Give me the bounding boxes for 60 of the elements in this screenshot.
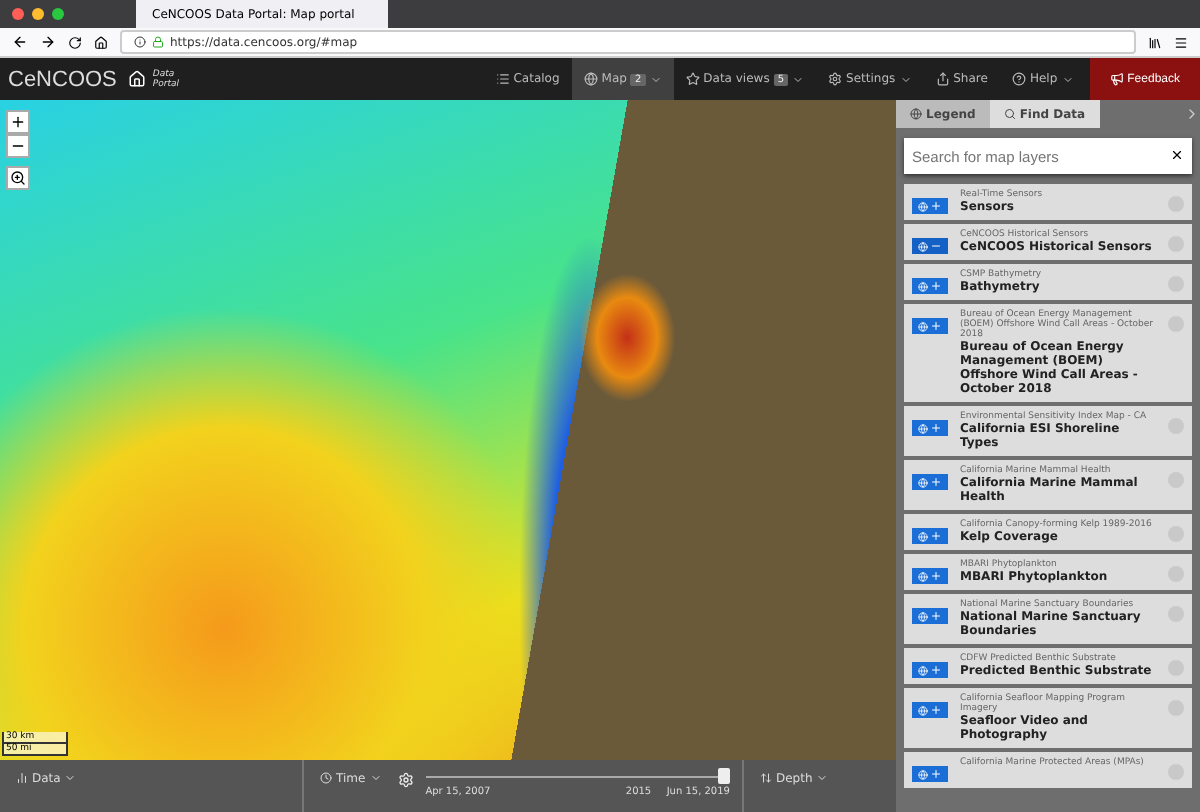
help-icon xyxy=(1011,72,1026,86)
plus-icon xyxy=(930,768,942,780)
zoom-icon xyxy=(10,170,26,186)
add-layer-button[interactable] xyxy=(912,608,948,624)
arrows-icon xyxy=(760,772,772,784)
plus-icon xyxy=(930,530,942,542)
zoom-out-button[interactable] xyxy=(6,134,30,158)
minus-icon xyxy=(930,240,942,252)
back-icon[interactable] xyxy=(12,34,28,50)
timeline-thumb[interactable] xyxy=(718,768,730,784)
list-icon xyxy=(495,72,510,86)
menu-icon[interactable] xyxy=(1174,35,1188,49)
share-icon xyxy=(935,72,950,86)
plus-icon xyxy=(930,704,942,716)
plus-icon xyxy=(930,280,942,292)
caret-icon xyxy=(369,772,382,784)
reload-icon[interactable] xyxy=(68,35,82,49)
add-layer-button[interactable] xyxy=(912,528,948,544)
clock-icon xyxy=(320,772,332,784)
collapse-icon[interactable] xyxy=(1184,106,1200,122)
plus-icon xyxy=(10,114,26,130)
minimize-dot[interactable] xyxy=(32,8,44,20)
close-dot[interactable] xyxy=(12,8,24,20)
add-layer-button[interactable] xyxy=(912,662,948,678)
caret-icon xyxy=(816,772,829,784)
zoom-box-button[interactable] xyxy=(6,166,30,190)
close-icon[interactable] xyxy=(1170,148,1184,162)
maximize-dot[interactable] xyxy=(52,8,64,20)
caret-icon xyxy=(64,772,77,784)
info-icon xyxy=(134,36,146,48)
plus-icon xyxy=(930,422,942,434)
zoom-in-button[interactable] xyxy=(6,110,30,134)
settings-icon[interactable] xyxy=(397,772,414,788)
add-layer-button[interactable] xyxy=(912,198,948,214)
bar-chart-icon xyxy=(16,772,28,784)
library-icon[interactable] xyxy=(1148,35,1162,49)
plus-icon xyxy=(930,476,942,488)
lock-icon xyxy=(152,36,164,48)
heat-map-drawing[interactable] xyxy=(0,100,896,760)
add-layer-button[interactable] xyxy=(912,318,948,334)
home-icon[interactable] xyxy=(94,35,108,49)
add-layer-button[interactable] xyxy=(912,702,948,718)
plus-icon xyxy=(930,320,942,332)
star-icon xyxy=(685,72,700,86)
plus-icon xyxy=(930,610,942,622)
add-layer-button[interactable] xyxy=(912,420,948,436)
add-layer-button[interactable] xyxy=(912,474,948,490)
settings-icon xyxy=(828,72,843,86)
plus-icon xyxy=(930,200,942,212)
remove-layer-button[interactable] xyxy=(912,238,948,254)
add-layer-button[interactable] xyxy=(912,278,948,294)
add-layer-button[interactable] xyxy=(912,568,948,584)
megaphone-icon xyxy=(1109,72,1124,86)
search-icon xyxy=(1003,108,1016,120)
add-layer-button[interactable] xyxy=(912,766,948,782)
plus-icon xyxy=(930,664,942,676)
logo[interactable]: CeNCOOS xyxy=(0,58,117,100)
timeline-track[interactable] xyxy=(425,775,718,777)
forward-icon[interactable] xyxy=(40,34,56,50)
plus-icon xyxy=(930,570,942,582)
